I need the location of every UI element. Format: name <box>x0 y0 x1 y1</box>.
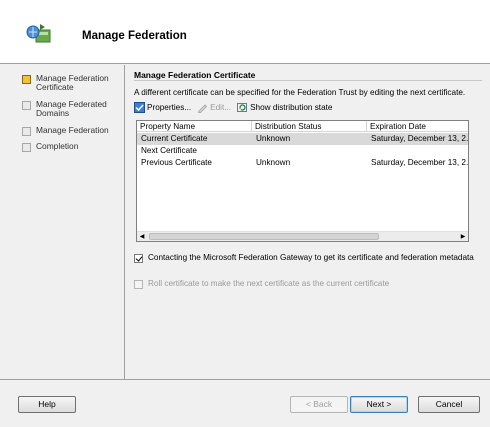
properties-button[interactable]: Properties... <box>134 102 191 113</box>
roll-label: Roll certificate to make the next certif… <box>148 279 390 288</box>
cell-property-name: Previous Certificate <box>141 158 212 167</box>
horizontal-scrollbar[interactable]: ◀ ▶ <box>137 231 468 241</box>
certificate-list[interactable]: Property Name Distribution Status Expira… <box>136 120 469 242</box>
cell-distribution-status: Unknown <box>256 134 291 143</box>
properties-icon <box>134 102 145 113</box>
column-header-distribution-status[interactable]: Distribution Status <box>252 121 367 132</box>
step-manage-federation: Manage Federation <box>22 126 122 136</box>
section-divider <box>134 80 482 81</box>
table-row[interactable]: Previous Certificate Unknown Saturday, D… <box>137 157 468 169</box>
properties-label: Properties... <box>147 103 192 112</box>
scroll-right-icon[interactable]: ▶ <box>458 232 468 242</box>
column-header-property-name[interactable]: Property Name <box>137 121 252 132</box>
edit-label: Edit... <box>210 103 232 112</box>
section-title: Manage Federation Certificate <box>134 70 256 80</box>
scroll-left-icon[interactable]: ◀ <box>137 232 147 242</box>
certificate-toolbar: Properties... Edit... Show distribution … <box>134 102 338 113</box>
cell-expiration-date: Saturday, December 13, 2... <box>371 158 468 167</box>
pending-step-icon <box>22 101 31 110</box>
step-completion: Completion <box>22 142 122 152</box>
column-header-expiration-date[interactable]: Expiration Date <box>367 121 468 132</box>
edit-button[interactable]: Edit... <box>197 102 231 113</box>
section-description: A different certificate can be specified… <box>134 88 466 97</box>
show-distribution-state-button[interactable]: Show distribution state <box>237 102 332 113</box>
list-header: Property Name Distribution Status Expira… <box>137 121 468 132</box>
cell-property-name: Current Certificate <box>141 134 208 143</box>
help-button[interactable]: Help <box>18 396 76 413</box>
page-title: Manage Federation <box>82 30 187 42</box>
current-step-icon <box>22 75 31 84</box>
step-label: Manage Federated Domains <box>36 99 107 118</box>
cancel-button[interactable]: Cancel <box>418 396 480 413</box>
cell-distribution-status: Unknown <box>256 158 291 167</box>
back-button[interactable]: < Back <box>290 396 348 413</box>
step-label: Manage Federation Certificate <box>36 73 109 92</box>
roll-option[interactable]: Roll certificate to make the next certif… <box>134 279 474 289</box>
main-content: Manage Federation Certificate A differen… <box>125 65 490 379</box>
cell-expiration-date: Saturday, December 13, 2... <box>371 134 468 143</box>
step-manage-federated-domains: Manage Federated Domains <box>22 100 122 118</box>
next-button[interactable]: Next > <box>350 396 408 413</box>
pending-step-icon <box>22 143 31 152</box>
gateway-checkbox[interactable] <box>134 254 143 263</box>
footer-divider <box>0 379 490 380</box>
table-row[interactable]: Current Certificate Unknown Saturday, De… <box>137 133 468 145</box>
step-manage-federation-certificate: Manage Federation Certificate <box>22 74 122 92</box>
refresh-icon <box>237 103 248 112</box>
pending-step-icon <box>22 127 31 136</box>
roll-checkbox[interactable] <box>134 280 143 289</box>
step-label: Completion <box>36 141 79 151</box>
wizard-header: Manage Federation <box>0 0 490 64</box>
table-row[interactable]: Next Certificate <box>137 145 468 157</box>
cell-property-name: Next Certificate <box>141 146 197 155</box>
wizard-steps: Manage Federation Certificate Manage Fed… <box>0 65 124 379</box>
federation-icon <box>26 24 51 43</box>
scrollbar-thumb[interactable] <box>149 233 379 240</box>
step-label: Manage Federation <box>36 125 109 135</box>
gateway-label: Contacting the Microsoft Federation Gate… <box>148 253 474 262</box>
pencil-icon <box>198 104 208 113</box>
gateway-option[interactable]: Contacting the Microsoft Federation Gate… <box>134 253 474 263</box>
show-distribution-state-label: Show distribution state <box>250 103 333 112</box>
